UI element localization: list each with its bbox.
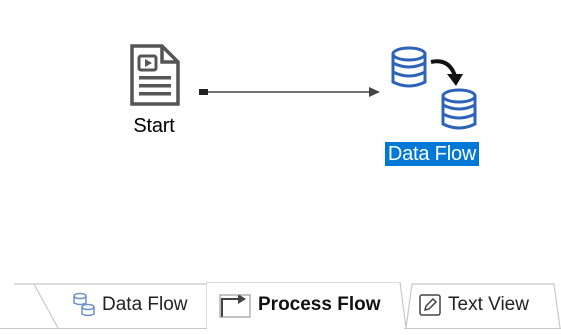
tab-text-view-label: Text View [448, 294, 529, 315]
pencil-icon [418, 293, 442, 317]
node-start-label: Start [133, 115, 175, 137]
tab-process-flow-label: Process Flow [258, 294, 381, 315]
process-flow-icon [218, 291, 252, 319]
tab-data-flow-label: Data Flow [102, 294, 188, 315]
view-tab-bar: Data Flow Process Flow Text View [0, 282, 561, 335]
tab-text-view[interactable]: Text View [404, 282, 561, 329]
tab-process-flow[interactable]: Process Flow [206, 282, 406, 329]
node-start[interactable]: Start [104, 44, 204, 138]
node-data-flow-label[interactable]: Data Flow [384, 142, 480, 166]
process-flow-canvas[interactable]: Start Data Flow [0, 0, 561, 282]
node-data-flow[interactable]: Data Flow [362, 44, 502, 166]
database-flow-icon [391, 46, 477, 130]
data-flow-icon [72, 292, 96, 318]
document-icon [130, 44, 180, 106]
tab-data-flow[interactable]: Data Flow [14, 282, 224, 329]
